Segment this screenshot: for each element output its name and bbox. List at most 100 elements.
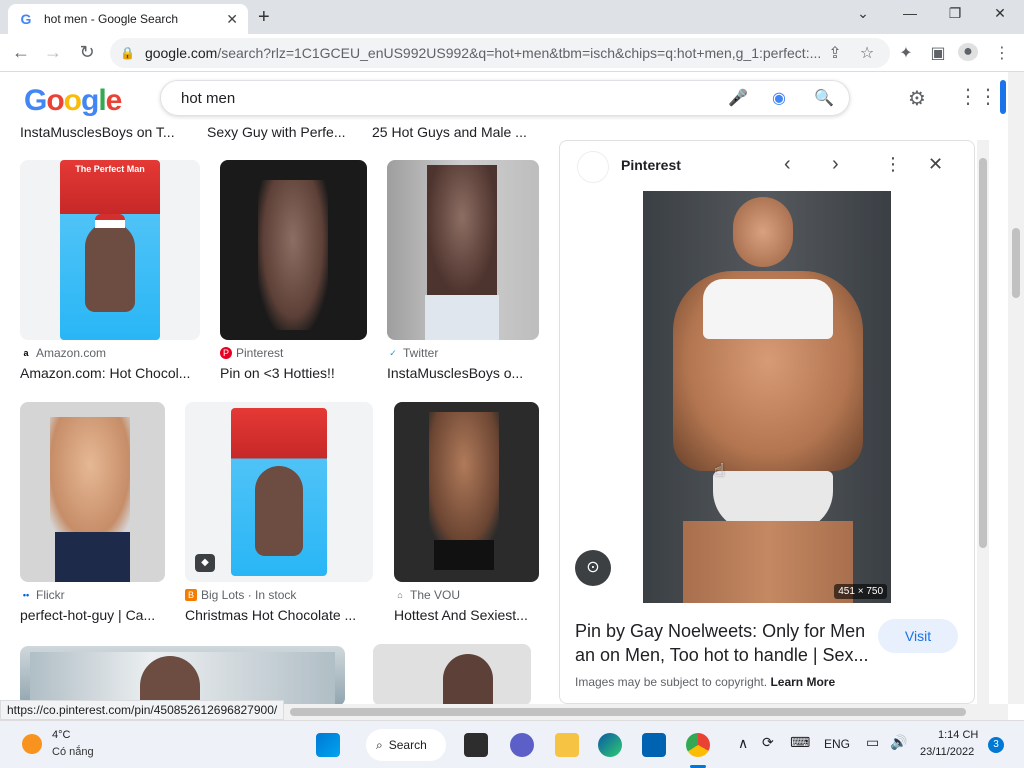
lens-search-icon[interactable]: ⊙ [575, 550, 611, 586]
google-logo[interactable]: Google [24, 84, 122, 118]
more-options-icon[interactable]: ⋮ [884, 154, 902, 175]
horizontal-scroll-thumb[interactable] [290, 708, 966, 716]
result-title[interactable]: Sexy Guy with Perfe... [207, 124, 346, 140]
page-scroll-thumb[interactable] [1012, 228, 1020, 298]
visit-button[interactable]: Visit [878, 619, 958, 653]
panel-scrollbar[interactable] [977, 140, 989, 704]
close-window-button[interactable]: ✕ [990, 5, 1010, 22]
side-panel-icon[interactable]: ▣ [928, 43, 948, 63]
source-logo-icon [577, 151, 609, 183]
result-thumbnail[interactable] [394, 402, 539, 582]
clock-time[interactable]: 1:14 CH [938, 729, 978, 741]
photo-person [258, 180, 328, 330]
weather-temp[interactable]: 4°C [52, 729, 70, 741]
file-explorer-icon[interactable] [555, 733, 579, 757]
weather-text[interactable]: Có nắng [52, 746, 94, 758]
panel-scroll-thumb[interactable] [979, 158, 987, 548]
apps-grid-icon[interactable]: ⋮⋮ [958, 84, 998, 109]
next-icon[interactable]: › [832, 153, 839, 176]
windows-taskbar: 4°C Có nắng ⌕ Search ∧ ⟳ ⌨ ENG ▭ 🔊 1:14 C… [0, 720, 1024, 768]
result-thumbnail[interactable]: The Perfect Man [20, 160, 200, 340]
result-title[interactable]: 25 Hot Guys and Male ... [372, 124, 527, 140]
title-bar: G hot men - Google Search ✕ + ⌄ — ❐ ✕ [0, 0, 1024, 34]
photo-person [427, 165, 497, 295]
chocolate-figure [255, 466, 303, 556]
result-title[interactable]: perfect-hot-guy | Ca... [20, 607, 165, 623]
restore-button[interactable]: ❐ [945, 5, 965, 22]
result-title[interactable]: Amazon.com: Hot Chocol... [20, 365, 200, 381]
bookmark-star-icon[interactable]: ☆ [857, 43, 877, 63]
clock-date[interactable]: 23/11/2022 [920, 746, 974, 758]
tab-close-icon[interactable]: ✕ [226, 11, 238, 28]
chat-icon[interactable] [510, 733, 534, 757]
photo-shorts [434, 540, 494, 570]
tab-search-icon[interactable]: ⌄ [853, 5, 873, 22]
microphone-icon[interactable]: 🎤 [728, 88, 748, 108]
back-arrow-icon[interactable]: ← [10, 42, 32, 63]
panel-header: Pinterest ‹ › ⋮ ✕ [560, 141, 974, 191]
learn-more-link[interactable]: Learn More [770, 675, 835, 689]
preview-image[interactable]: 451 × 750 [643, 191, 891, 603]
weather-sun-icon[interactable] [22, 734, 42, 754]
new-tab-button[interactable]: + [258, 6, 270, 29]
result-title[interactable]: Pin on <3 Hotties!! [220, 365, 370, 381]
browser-toolbar: ← → ↻ 🔒 google.com /search?rlz=1C1GCEU_e… [0, 34, 1024, 72]
settings-gear-icon[interactable]: ⚙ [908, 86, 926, 111]
result-thumbnail[interactable] [373, 644, 531, 704]
result-source: B Big Lots · In stock [185, 588, 296, 602]
edge-icon[interactable] [598, 733, 622, 757]
share-icon[interactable]: ⇪ [825, 43, 845, 63]
chrome-icon[interactable] [686, 733, 710, 757]
address-bar[interactable]: 🔒 google.com /search?rlz=1C1GCEU_enUS992… [110, 38, 890, 68]
close-panel-icon[interactable]: ✕ [928, 154, 943, 175]
result-title[interactable]: InstaMusclesBoys on T... [20, 124, 175, 140]
forward-arrow-icon[interactable]: → [42, 42, 64, 63]
camera-lens-icon[interactable]: ◉ [772, 88, 786, 108]
result-source: ✓ Twitter [387, 346, 438, 360]
result-source: •• Flickr [20, 588, 65, 602]
chocolate-figure [85, 222, 135, 312]
browser-tab[interactable]: G hot men - Google Search ✕ [8, 4, 248, 34]
panel-title[interactable]: Pin by Gay Noelweets: Only for Men an on… [575, 619, 875, 667]
google-header: Google hot men 🎤 ◉ 🔍 ⚙ ⋮⋮ [0, 72, 1008, 124]
twitter-icon: ✓ [387, 347, 399, 359]
sync-icon[interactable]: ⟳ [762, 734, 774, 751]
menu-icon[interactable]: ⋮ [992, 43, 1012, 63]
page-scrollbar[interactable] [1008, 72, 1024, 704]
result-title[interactable]: Christmas Hot Chocolate ... [185, 607, 373, 623]
result-source: P Pinterest [220, 346, 283, 360]
lock-icon: 🔒 [120, 46, 135, 60]
result-thumbnail[interactable] [387, 160, 539, 340]
start-windows-icon[interactable] [316, 733, 340, 757]
result-thumbnail[interactable] [220, 160, 367, 340]
photo-person [50, 417, 130, 537]
biglots-icon: B [185, 589, 197, 601]
product-tag-icon: ◆ [195, 554, 215, 572]
network-icon[interactable]: ▭ [866, 734, 879, 751]
chevron-up-icon[interactable]: ∧ [738, 735, 748, 752]
taskbar-search[interactable]: ⌕ Search [366, 729, 446, 761]
image-results: InstaMusclesBoys on T... Sexy Guy with P… [0, 124, 555, 704]
product-box-title: The Perfect Man [75, 164, 145, 174]
volume-icon[interactable]: 🔊 [890, 734, 907, 751]
panel-source[interactable]: Pinterest [621, 157, 681, 173]
sign-in-button-edge[interactable] [1000, 80, 1006, 114]
minimize-button[interactable]: — [900, 5, 920, 21]
extensions-icon[interactable]: ✦ [896, 43, 916, 63]
result-title[interactable]: InstaMusclesBoys o... [387, 365, 539, 381]
previous-icon[interactable]: ‹ [784, 153, 791, 176]
task-view-icon[interactable] [464, 733, 488, 757]
search-icon[interactable]: 🔍 [814, 88, 834, 108]
result-thumbnail[interactable]: ◆ [185, 402, 373, 582]
result-thumbnail[interactable] [20, 646, 345, 704]
image-preview-panel: Pinterest ‹ › ⋮ ✕ 451 × 750 ⊙ Pin by Gay… [559, 140, 975, 704]
store-icon[interactable] [642, 733, 666, 757]
keyboard-icon[interactable]: ⌨ [790, 734, 810, 751]
reload-icon[interactable]: ↻ [76, 42, 98, 63]
result-title[interactable]: Hottest And Sexiest... [394, 607, 539, 623]
url-path: /search?rlz=1C1GCEU_enUS992US992&q=hot+m… [217, 45, 822, 61]
profile-avatar-icon[interactable]: ● [958, 43, 978, 61]
result-thumbnail[interactable] [20, 402, 165, 582]
notification-badge[interactable]: 3 [988, 737, 1004, 753]
language-indicator[interactable]: ENG [824, 737, 850, 751]
